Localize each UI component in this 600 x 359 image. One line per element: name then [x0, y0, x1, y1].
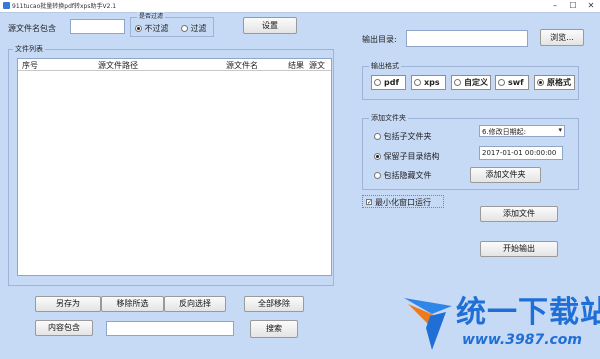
name-contains-input[interactable] [70, 19, 125, 34]
format-original-radio[interactable]: 原格式 [534, 75, 575, 90]
minimize-checkbox[interactable]: ✓ [366, 199, 372, 206]
keep-structure-label: 保留子目录结构 [383, 152, 440, 161]
date-type-select[interactable]: 6.修改日期起: ▾ [479, 125, 565, 137]
filter-label: 过滤 [190, 24, 207, 33]
settings-button[interactable]: 设置 [243, 17, 297, 34]
file-table-header: 序号 源文件路径 源文件名 结果 源文 [18, 59, 331, 71]
add-folder-button[interactable]: 添加文件夹 [470, 167, 541, 183]
no-filter-label: 不过滤 [144, 24, 169, 33]
format-pdf-radio-icon [374, 79, 381, 86]
invert-selection-button[interactable]: 反向选择 [164, 296, 226, 312]
filter-radio[interactable]: 过滤 [181, 23, 207, 34]
app-icon [3, 2, 10, 9]
add-folder-title: 添加文件夹 [369, 113, 408, 123]
file-list-title: 文件列表 [13, 44, 45, 54]
search-button[interactable]: 搜索 [250, 320, 298, 338]
name-contains-label: 源文件名包含 [8, 24, 56, 33]
include-subfolders-radio-icon [374, 133, 381, 140]
include-hidden-radio[interactable]: 包括隐藏文件 [374, 170, 432, 181]
format-custom-radio[interactable]: 自定义 [451, 75, 491, 90]
window-title: 911tucao批量转换pdf转xps助手V2.1 [12, 3, 117, 10]
format-xps-radio-icon [414, 79, 421, 86]
maximize-icon[interactable]: ☐ [564, 0, 582, 12]
output-format-title: 输出格式 [369, 61, 401, 71]
no-filter-radio-icon [135, 25, 142, 32]
file-table[interactable]: 序号 源文件路径 源文件名 结果 源文 [17, 58, 332, 276]
format-pdf-radio[interactable]: pdf [371, 75, 406, 90]
format-custom-label: 自定义 [464, 78, 488, 87]
format-xps-label: xps [424, 78, 440, 87]
date-value-text: 2017-01-01 00:00:00 [482, 149, 557, 157]
browse-button[interactable]: 浏览... [540, 29, 584, 46]
column-header[interactable]: 源文件名 [226, 60, 258, 71]
chevron-down-icon[interactable]: ▾ [558, 126, 562, 134]
include-hidden-label: 包括隐藏文件 [383, 171, 432, 180]
format-swf-label: swf [508, 78, 524, 87]
format-custom-radio-icon [454, 79, 461, 86]
filter-group: 是否过滤 不过滤 过滤 [130, 12, 214, 37]
date-type-value: 6.修改日期起: [482, 128, 527, 136]
format-xps-radio[interactable]: xps [411, 75, 446, 90]
file-list-group: 文件列表 序号 源文件路径 源文件名 结果 源文 [8, 44, 334, 286]
watermark-url: www.3987.com [462, 332, 583, 348]
remove-selected-button[interactable]: 移除所选 [101, 296, 164, 312]
filter-radio-icon [181, 25, 188, 32]
column-header[interactable]: 源文件路径 [98, 60, 138, 71]
include-hidden-radio-icon [374, 172, 381, 179]
title-bar: 911tucao批量转换pdf转xps助手V2.1 – ☐ ✕ [0, 0, 600, 13]
app-window: 911tucao批量转换pdf转xps助手V2.1 – ☐ ✕ 源文件名包含 是… [0, 0, 600, 359]
watermark-logo-icon [404, 298, 452, 350]
keep-structure-radio[interactable]: 保留子目录结构 [374, 151, 440, 162]
site-watermark: 统一下载站 www.3987.com [402, 292, 600, 356]
keep-structure-radio-icon [374, 153, 381, 160]
remove-all-button[interactable]: 全部移除 [244, 296, 304, 312]
add-file-button[interactable]: 添加文件 [480, 206, 558, 222]
filter-group-title: 是否过滤 [137, 12, 166, 22]
close-icon[interactable]: ✕ [582, 0, 600, 12]
include-subfolders-radio[interactable]: 包括子文件夹 [374, 131, 432, 142]
minimize-label: 最小化窗口运行 [375, 198, 431, 207]
no-filter-radio[interactable]: 不过滤 [135, 23, 169, 34]
save-as-button[interactable]: 另存为 [35, 296, 101, 312]
format-original-label: 原格式 [547, 78, 571, 87]
include-subfolders-label: 包括子文件夹 [383, 132, 432, 141]
minimize-icon[interactable]: – [546, 0, 564, 12]
watermark-text: 统一下载站 [456, 295, 600, 330]
format-original-radio-icon [537, 79, 544, 86]
output-dir-label: 输出目录: [362, 35, 397, 44]
content-contains-button[interactable]: 内容包含 [35, 320, 93, 336]
format-swf-radio[interactable]: swf [495, 75, 529, 90]
column-header[interactable]: 结果 [288, 60, 304, 71]
content-contains-input[interactable] [106, 321, 234, 336]
column-header[interactable]: 源文 [309, 60, 325, 71]
date-value-input[interactable]: 2017-01-01 00:00:00 [479, 146, 563, 160]
format-pdf-label: pdf [384, 78, 399, 87]
column-header[interactable]: 序号 [22, 60, 38, 71]
start-output-button[interactable]: 开始输出 [480, 241, 558, 257]
minimize-checkbox-row[interactable]: ✓ 最小化窗口运行 [362, 195, 444, 208]
format-swf-radio-icon [498, 79, 505, 86]
output-dir-input[interactable] [406, 30, 528, 47]
